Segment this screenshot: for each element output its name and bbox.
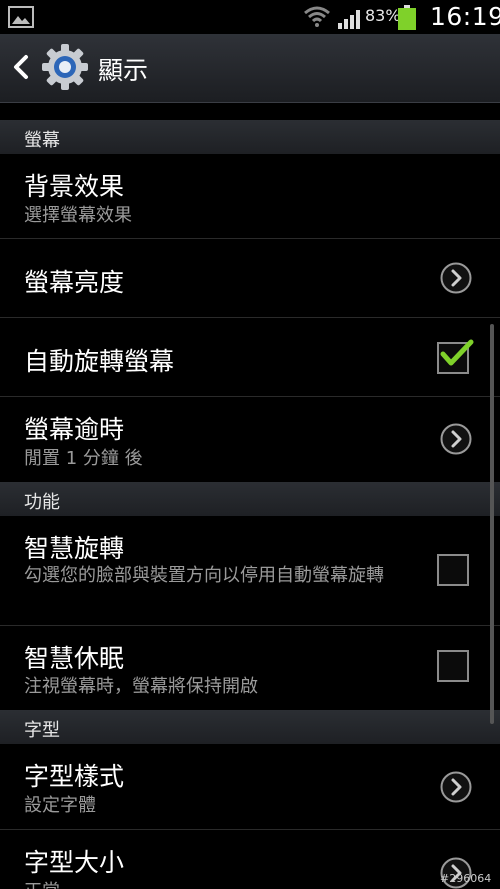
battery-icon bbox=[398, 5, 416, 30]
item-title: 螢幕亮度 bbox=[24, 268, 125, 297]
scrollbar[interactable] bbox=[490, 324, 494, 724]
wifi-icon bbox=[304, 6, 330, 27]
section-header-label: 螢幕 bbox=[24, 130, 60, 151]
list-item-smart-rotation[interactable]: 智慧旋轉 勾選您的臉部與裝置方向以停用自動螢幕旋轉 bbox=[0, 516, 500, 626]
smart-rotation-checkbox[interactable] bbox=[437, 554, 469, 586]
section-header-screen: 螢幕 bbox=[0, 120, 500, 154]
item-subtitle: 設定字體 bbox=[24, 795, 96, 816]
item-title: 智慧旋轉 bbox=[24, 534, 125, 563]
clock: 16:19 bbox=[430, 2, 500, 31]
status-bar: 83% 16:19 bbox=[0, 0, 500, 34]
item-title: 自動旋轉螢幕 bbox=[24, 347, 175, 376]
section-header-font: 字型 bbox=[0, 710, 500, 744]
settings-gear-icon bbox=[42, 44, 88, 90]
item-subtitle: 注視螢幕時，螢幕將保持開啟 bbox=[24, 676, 258, 697]
page-title: 顯示 bbox=[98, 56, 149, 85]
list-item-screen-timeout[interactable]: 螢幕逾時 閒置 1 分鐘 後 bbox=[0, 397, 500, 483]
gallery-notification-icon bbox=[8, 6, 34, 28]
list-item-smart-stay[interactable]: 智慧休眠 注視螢幕時，螢幕將保持開啟 bbox=[0, 626, 500, 711]
auto-rotate-checkbox[interactable] bbox=[437, 339, 474, 374]
item-title: 螢幕逾時 bbox=[24, 415, 125, 444]
chevron-right-icon[interactable] bbox=[440, 423, 472, 455]
item-subtitle: 閒置 1 分鐘 後 bbox=[24, 448, 143, 469]
list-item-font-size[interactable]: 字型大小 正常 bbox=[0, 830, 500, 889]
chevron-right-icon[interactable] bbox=[440, 262, 472, 294]
section-header-features: 功能 bbox=[0, 482, 500, 516]
item-title: 智慧休眠 bbox=[24, 644, 125, 673]
chevron-right-icon[interactable] bbox=[440, 771, 472, 803]
action-bar: 顯示 bbox=[0, 34, 500, 103]
back-chevron-icon[interactable] bbox=[10, 52, 32, 82]
item-subtitle: 勾選您的臉部與裝置方向以停用自動螢幕旋轉 bbox=[24, 565, 384, 586]
watermark: #296064 bbox=[440, 872, 492, 885]
item-title: 背景效果 bbox=[24, 172, 125, 201]
item-title: 字型大小 bbox=[24, 848, 125, 877]
smart-stay-checkbox[interactable] bbox=[437, 650, 469, 682]
list-item-background-effect[interactable]: 背景效果 選擇螢幕效果 bbox=[0, 154, 500, 239]
battery-percent: 83% bbox=[365, 6, 401, 25]
section-header-label: 功能 bbox=[24, 492, 60, 513]
item-subtitle: 正常 bbox=[24, 879, 424, 889]
list-item-brightness[interactable]: 螢幕亮度 bbox=[0, 239, 500, 318]
signal-icon bbox=[338, 10, 360, 29]
list-item-auto-rotate[interactable]: 自動旋轉螢幕 bbox=[0, 318, 500, 397]
settings-list[interactable]: 螢幕 背景效果 選擇螢幕效果 螢幕亮度 自動旋轉螢幕 螢幕逾時 閒置 1 分鐘 … bbox=[0, 103, 500, 889]
item-subtitle: 選擇螢幕效果 bbox=[24, 205, 132, 226]
checkmark-icon bbox=[440, 339, 474, 366]
item-title: 字型樣式 bbox=[24, 762, 125, 791]
list-item-font-style[interactable]: 字型樣式 設定字體 bbox=[0, 744, 500, 830]
section-header-label: 字型 bbox=[24, 720, 60, 741]
